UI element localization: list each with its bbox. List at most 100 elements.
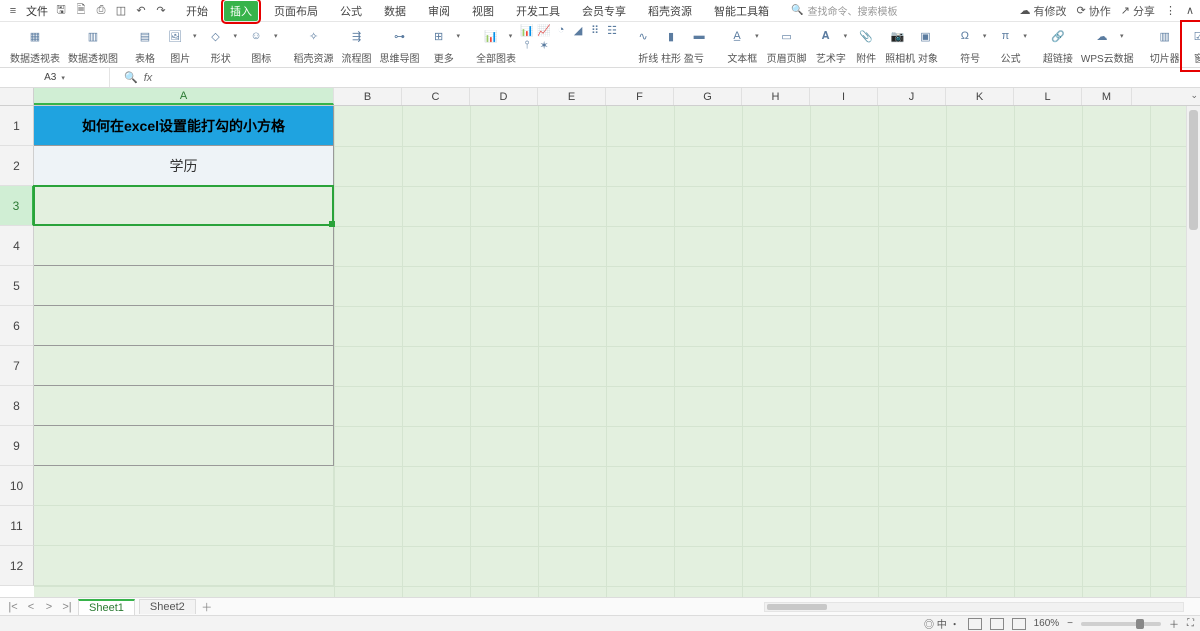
rg-table[interactable]: ▤表格 — [130, 24, 160, 68]
row-header-11[interactable]: 11 — [0, 506, 34, 546]
rg-wps-cloud[interactable]: ☁▾WPS云数据 — [1077, 24, 1138, 68]
pending-changes[interactable]: ☁有修改 — [1020, 3, 1067, 19]
pie-chart-icon[interactable]: ◔ — [554, 24, 568, 36]
row-header-2[interactable]: 2 — [0, 146, 34, 186]
print-icon[interactable]: ⎙ — [94, 4, 108, 18]
file-menu[interactable]: 文件 — [26, 3, 48, 19]
row-header-8[interactable]: 8 — [0, 386, 34, 426]
rg-docer-res[interactable]: ✧稻壳资源 — [290, 24, 338, 68]
coop-button[interactable]: ⟳协作 — [1077, 3, 1111, 19]
row-header-5[interactable]: 5 — [0, 266, 34, 306]
object-icon[interactable]: ▣ — [914, 25, 936, 47]
ime-status[interactable]: ◎ 中 ・ — [924, 616, 960, 631]
rg-chart-types[interactable]: 📊 📈 ◔ ◢ ⠿ ☷ ⫯ ✶ — [520, 24, 620, 68]
undo-icon[interactable]: ↶ — [134, 4, 148, 18]
tab-formula[interactable]: 公式 — [334, 1, 368, 21]
tab-member[interactable]: 会员专享 — [576, 1, 632, 21]
col-header-C[interactable]: C — [402, 88, 470, 105]
cell-A3[interactable] — [34, 186, 334, 226]
name-box[interactable]: A3▾ — [0, 68, 110, 87]
print-preview-icon[interactable]: ◫ — [114, 4, 128, 18]
sparkline-column-icon[interactable]: ▮ — [660, 25, 682, 47]
col-header-M[interactable]: M — [1082, 88, 1132, 105]
tab-data[interactable]: 数据 — [378, 1, 412, 21]
col-header-G[interactable]: G — [674, 88, 742, 105]
row-header-12[interactable]: 12 — [0, 546, 34, 586]
rg-picture[interactable]: 🖼▾图片 — [160, 24, 201, 68]
share-button[interactable]: ↗分享 — [1121, 3, 1155, 19]
save-icon[interactable]: 🖫 — [54, 4, 68, 18]
tab-smart-tools[interactable]: 智能工具箱 — [708, 1, 775, 21]
bar-chart-icon[interactable]: 📊 — [520, 24, 534, 36]
row-header-9[interactable]: 9 — [0, 426, 34, 466]
tab-dev[interactable]: 开发工具 — [510, 1, 566, 21]
rg-pivot-chart[interactable]: ▥数据透视图 — [64, 24, 122, 68]
col-header-F[interactable]: F — [606, 88, 674, 105]
cell-A8[interactable] — [34, 386, 334, 426]
rg-hyperlink[interactable]: 🔗超链接 — [1039, 24, 1077, 68]
stock-chart-icon[interactable]: ☷ — [605, 24, 619, 36]
zoom-out-button[interactable]: − — [1067, 618, 1073, 629]
collapse-ribbon[interactable]: ∧ — [1186, 4, 1194, 17]
zoom-value[interactable]: 160% — [1034, 618, 1060, 629]
col-header-I[interactable]: I — [810, 88, 878, 105]
tab-nav-first[interactable]: |< — [6, 601, 20, 613]
rg-symbol[interactable]: Ω▾符号 — [950, 24, 991, 68]
cell-A2[interactable]: 学历 — [34, 146, 334, 186]
command-search[interactable]: 🔍 查找命令、搜索模板 — [791, 3, 897, 18]
cell-A6[interactable] — [34, 306, 334, 346]
row-header-7[interactable]: 7 — [0, 346, 34, 386]
rg-camera-object[interactable]: 📷▣照相机 对象 — [881, 24, 942, 68]
cell-A11[interactable] — [34, 506, 334, 546]
view-normal-icon[interactable] — [968, 618, 982, 630]
col-header-D[interactable]: D — [470, 88, 538, 105]
sparkline-winloss-icon[interactable]: ▬ — [688, 25, 710, 47]
line-chart-icon[interactable]: 📈 — [537, 24, 551, 36]
add-sheet-button[interactable]: ＋ — [200, 599, 214, 615]
col-header-J[interactable]: J — [878, 88, 946, 105]
cell-A1[interactable]: 如何在excel设置能打勾的小方格 — [34, 106, 334, 146]
rg-all-charts[interactable]: 📊▾全部图表 — [472, 24, 520, 68]
view-pagebreak-icon[interactable] — [1012, 618, 1026, 630]
cell-A4[interactable] — [34, 226, 334, 266]
rg-form-controls[interactable]: ☑▾窗体 — [1184, 24, 1200, 68]
rg-mindmap[interactable]: ⊶思维导图 — [376, 24, 424, 68]
scatter-chart-icon[interactable]: ⠿ — [588, 24, 602, 36]
col-header-B[interactable]: B — [334, 88, 402, 105]
rg-shapes[interactable]: ◇▾形状 — [201, 24, 242, 68]
sheet-tab-2[interactable]: Sheet2 — [139, 599, 196, 614]
row-header-3[interactable]: 3 — [0, 186, 34, 226]
fullscreen-icon[interactable]: ⛶ — [1187, 618, 1194, 629]
horizontal-scrollbar[interactable] — [764, 602, 1184, 612]
sheet-tab-1[interactable]: Sheet1 — [78, 599, 135, 615]
save-as-icon[interactable]: 🗎 — [74, 4, 88, 18]
rg-slicer[interactable]: ▥切片器 — [1146, 24, 1184, 68]
hscroll-thumb[interactable] — [767, 604, 827, 610]
hamburger-icon[interactable]: ≡ — [6, 4, 20, 18]
rg-header-footer[interactable]: ▭页眉页脚 — [763, 24, 811, 68]
tab-insert[interactable]: 插入 — [224, 1, 258, 21]
vertical-scrollbar[interactable] — [1186, 106, 1200, 609]
tab-view[interactable]: 视图 — [466, 1, 500, 21]
rg-sparklines[interactable]: ∿▮▬ 折线 柱形 盈亏 — [628, 24, 714, 68]
area-chart-icon[interactable]: ◢ — [571, 24, 585, 36]
col-header-A[interactable]: A — [34, 88, 334, 105]
col-header-H[interactable]: H — [742, 88, 810, 105]
cell-A7[interactable] — [34, 346, 334, 386]
col-header-L[interactable]: L — [1014, 88, 1082, 105]
tab-nav-prev[interactable]: < — [24, 601, 38, 613]
grid-options-icon[interactable]: ⌄ — [1190, 90, 1198, 101]
cell-A10[interactable] — [34, 466, 334, 506]
vscroll-thumb[interactable] — [1189, 110, 1198, 230]
tab-start[interactable]: 开始 — [180, 1, 214, 21]
tab-nav-last[interactable]: >| — [60, 601, 74, 613]
rg-equation[interactable]: π▾公式 — [990, 24, 1031, 68]
row-header-6[interactable]: 6 — [0, 306, 34, 346]
tab-docer[interactable]: 稻壳资源 — [642, 1, 698, 21]
zoom-slider[interactable] — [1081, 622, 1161, 626]
tab-review[interactable]: 审阅 — [422, 1, 456, 21]
camera-icon[interactable]: 📷 — [886, 25, 908, 47]
cell-A12[interactable] — [34, 546, 334, 586]
row-header-4[interactable]: 4 — [0, 226, 34, 266]
zoom-thumb[interactable] — [1136, 619, 1144, 629]
